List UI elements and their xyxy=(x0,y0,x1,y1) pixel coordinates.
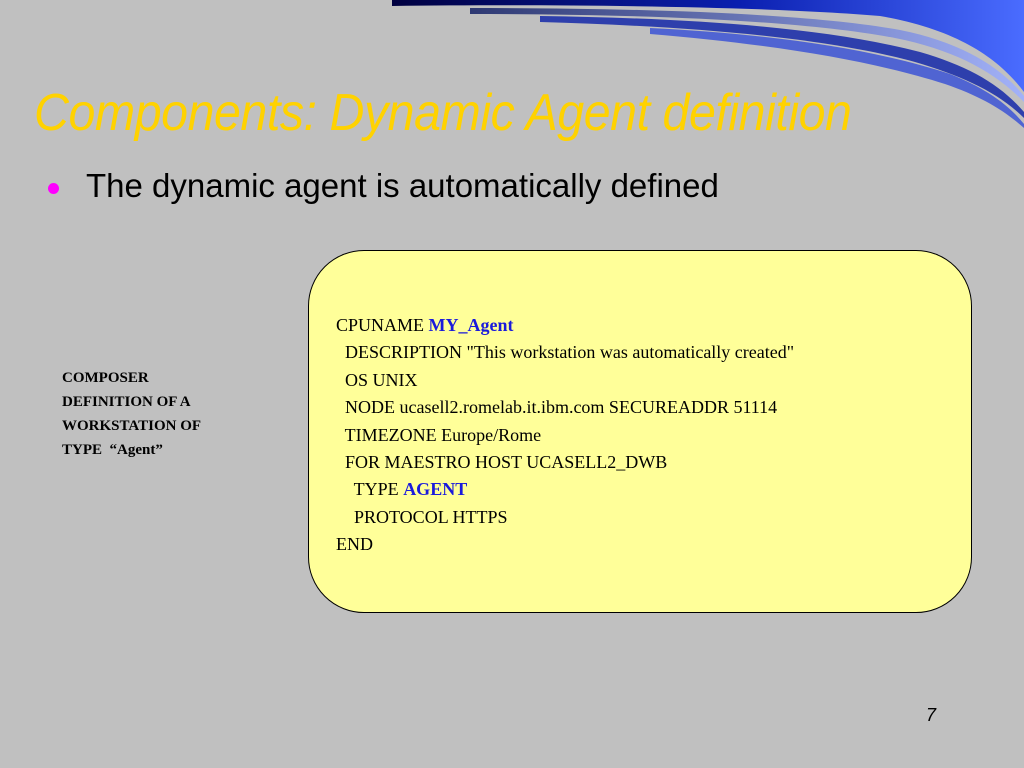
code-line-protocol: PROTOCOL HTTPS xyxy=(336,506,508,527)
code-keyword: CPUNAME xyxy=(336,315,429,335)
bullet-item: The dynamic agent is automatically defin… xyxy=(48,164,719,208)
code-highlight-agent-name: MY_Agent xyxy=(428,315,514,335)
bullet-text: The dynamic agent is automatically defin… xyxy=(86,167,719,204)
code-box: CPUNAME MY_Agent DESCRIPTION "This works… xyxy=(308,250,972,613)
code-highlight-agent-type: AGENT xyxy=(403,479,468,500)
page-number: 7 xyxy=(926,705,937,725)
bullet-dot-icon xyxy=(48,182,59,194)
code-line-type: TYPE AGENT xyxy=(336,476,794,503)
code-line-node: NODE ucasell2.romelab.it.ibm.com SECUREA… xyxy=(336,397,778,418)
side-note-line: WORKSTATION OF xyxy=(62,418,202,434)
code-line-timezone: TIMEZONE Europe/Rome xyxy=(336,424,542,445)
code-line-cpuname: CPUNAME MY_Agent xyxy=(336,312,794,339)
code-line-end: END xyxy=(336,534,373,555)
side-note-line: TYPE “Agent” xyxy=(62,442,163,458)
side-note-line: COMPOSER xyxy=(62,370,149,386)
slide-title: Components: Dynamic Agent definition xyxy=(34,84,852,142)
side-note-line: DEFINITION OF A xyxy=(62,394,191,410)
side-note: COMPOSER DEFINITION OF A WORKSTATION OF … xyxy=(62,366,262,462)
code-line-description: DESCRIPTION "This workstation was automa… xyxy=(336,342,795,363)
code-block: CPUNAME MY_Agent DESCRIPTION "This works… xyxy=(336,312,794,559)
code-line-for-maestro: FOR MAESTRO HOST UCASELL2_DWB xyxy=(336,452,668,473)
code-line-os: OS UNIX xyxy=(336,369,418,390)
code-keyword: TYPE xyxy=(336,479,404,500)
